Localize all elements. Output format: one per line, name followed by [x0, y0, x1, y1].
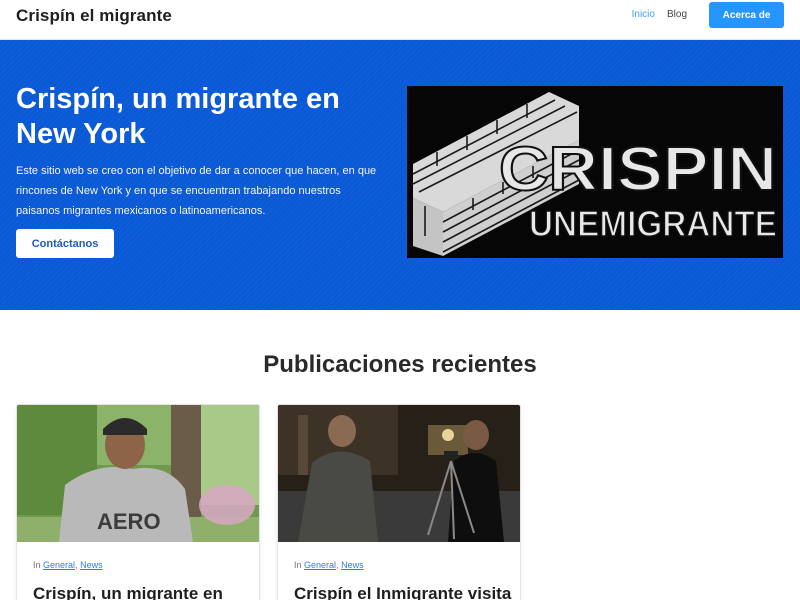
- meta-prefix: In: [33, 560, 41, 570]
- logo-text-main: CRISPIN: [499, 135, 777, 204]
- site-title[interactable]: Crispín el migrante: [16, 6, 172, 26]
- post-thumbnail[interactable]: AERO: [17, 405, 259, 542]
- category-link-general[interactable]: General: [43, 560, 75, 570]
- post-title[interactable]: Crispín, un migrante en: [33, 584, 253, 600]
- meta-prefix: In: [294, 560, 302, 570]
- category-link-news[interactable]: News: [80, 560, 103, 570]
- hero-section: Crispín, un migrante en New York Este si…: [0, 40, 800, 310]
- nav-link-inicio[interactable]: Inicio: [632, 2, 655, 28]
- category-link-news[interactable]: News: [341, 560, 364, 570]
- shirt-text: AERO: [97, 509, 161, 534]
- category-link-general[interactable]: General: [304, 560, 336, 570]
- hero-description: Este sitio web se creo con el objetivo d…: [16, 165, 377, 217]
- post-card[interactable]: AERO In General, News Crispín, un migran…: [16, 404, 260, 600]
- post-meta: In General, News: [294, 560, 364, 570]
- contact-button[interactable]: Contáctanos: [16, 229, 114, 258]
- post-meta: In General, News: [33, 560, 103, 570]
- nav-link-blog[interactable]: Blog: [667, 2, 687, 28]
- site-header: Crispín el migrante Inicio Blog Acerca d…: [0, 0, 800, 40]
- post-thumbnail[interactable]: [278, 405, 520, 542]
- hero-title: Crispín, un migrante en New York: [16, 83, 340, 150]
- about-button[interactable]: Acerca de: [709, 2, 784, 28]
- logo-text-sub: UNEMIGRANTE: [529, 203, 777, 244]
- recent-posts-title: Publicaciones recientes: [263, 351, 537, 378]
- hero-logo-image: CRISPIN UNEMIGRANTE: [407, 86, 783, 258]
- post-title[interactable]: Crispín el Inmigrante visita: [294, 584, 514, 600]
- brick-wall-logo: CRISPIN UNEMIGRANTE: [407, 86, 783, 258]
- main-nav: Inicio Blog Acerca de: [632, 2, 784, 28]
- post-card[interactable]: In General, News Crispín el Inmigrante v…: [277, 404, 521, 600]
